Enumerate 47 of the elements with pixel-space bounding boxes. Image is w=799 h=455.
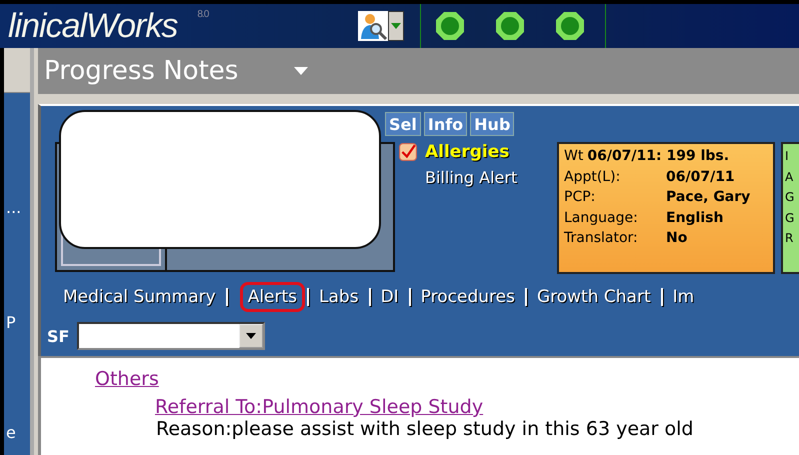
card-text: A <box>785 168 794 186</box>
info-label: Language: <box>564 210 639 226</box>
sf-dropdown[interactable] <box>77 322 266 350</box>
sidebar-item[interactable]: e <box>6 423 16 442</box>
status-light-icon[interactable] <box>435 11 465 41</box>
patient-search-icon[interactable] <box>358 11 388 41</box>
info-label: Wt <box>564 148 584 164</box>
card-text: G <box>785 210 796 226</box>
nav-link[interactable]: DI <box>372 282 407 312</box>
info-value: Pace, Gary <box>666 189 750 206</box>
dropdown-button[interactable] <box>388 11 404 41</box>
nav-link[interactable]: Medical Summary <box>55 282 224 312</box>
checkmark-icon[interactable] <box>399 143 417 161</box>
caret-icon <box>391 23 401 29</box>
card-text: G <box>785 189 796 206</box>
allergies-link[interactable]: Allergies <box>425 142 510 162</box>
caret-icon <box>246 333 256 339</box>
tab[interactable]: Sel <box>385 112 421 136</box>
status-light-icon[interactable] <box>495 11 525 41</box>
info-value: English <box>666 210 724 226</box>
nav-link[interactable]: Im <box>664 282 702 312</box>
tab[interactable]: Hub <box>470 112 514 136</box>
referral-link[interactable]: Referral To:Pulmonary Sleep Study <box>155 396 799 418</box>
sidebar-item[interactable]: P <box>6 313 16 332</box>
info-label: PCP: <box>564 189 596 206</box>
info-value: 06/07/11: 199 lbs. <box>587 148 730 164</box>
info-value: No <box>666 230 688 246</box>
sidebar-item[interactable]: ... <box>6 198 22 217</box>
card-text: I <box>785 148 790 165</box>
nav-link[interactable]: Alerts <box>240 282 306 312</box>
info-label: Appt(L): <box>564 168 622 185</box>
status-light-icon[interactable] <box>555 11 585 41</box>
sf-label: SF <box>47 326 70 346</box>
nav-link[interactable]: Procedures <box>412 282 523 312</box>
sidebar-header <box>4 48 30 93</box>
info-label: Translator: <box>564 230 639 246</box>
caret-icon[interactable] <box>294 67 308 75</box>
billing-alert-link[interactable]: Billing Alert <box>425 168 549 187</box>
window-title: Progress Notes <box>44 56 238 86</box>
nav-link[interactable]: Growth Chart <box>528 282 659 312</box>
info-value: 06/07/11 <box>666 168 735 185</box>
nav-link[interactable]: Labs <box>311 282 367 312</box>
logo-text: linicalWorks $^{8.0}$ <box>8 6 210 46</box>
reason-text: Reason:please assist with sleep study in this 63 year old <box>156 418 694 440</box>
section-link[interactable]: Others <box>95 368 799 390</box>
tab[interactable]: Info <box>424 112 468 136</box>
card-text: R <box>785 230 794 247</box>
